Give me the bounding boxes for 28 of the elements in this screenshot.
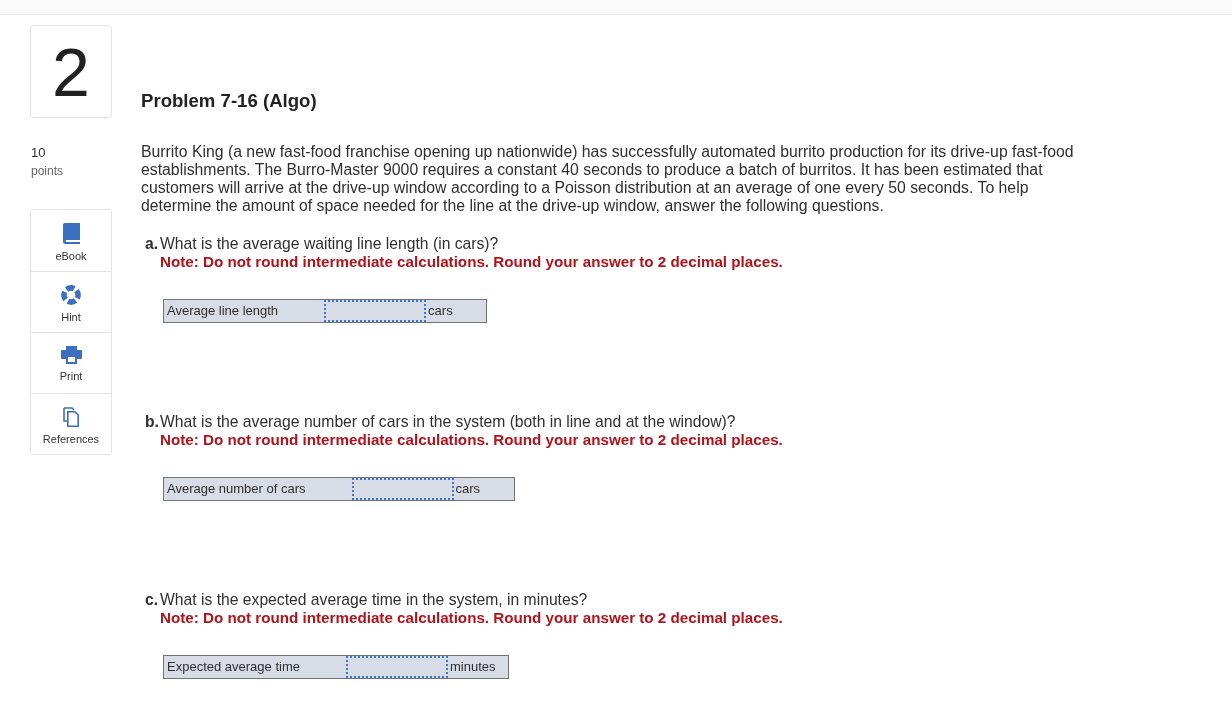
book-icon <box>62 223 80 244</box>
question-letter: b. <box>144 413 160 432</box>
points-value: 10 <box>30 145 47 161</box>
question-text: What is the average waiting line length (in cars)? <box>160 235 500 253</box>
answer-label: Average number of cars <box>166 480 307 498</box>
answer-field[interactable] <box>324 300 427 322</box>
note-text: Note: Do not round intermediate calculations. Round your answer to 2 decimal places. <box>160 609 783 627</box>
answer-label: Expected average time <box>166 658 301 676</box>
unit-label: cars <box>427 302 454 320</box>
printer-icon <box>60 346 82 364</box>
question-letter: a. <box>144 235 160 254</box>
unit-label: minutes <box>448 658 497 676</box>
documents-icon <box>63 407 79 427</box>
lifebuoy-icon <box>61 285 81 305</box>
question-text: What is the expected average time in the system, in minutes? <box>160 591 589 609</box>
answer-label: Average line length <box>166 302 280 320</box>
question-letter: c. <box>144 591 160 610</box>
question-number: 2 <box>30 25 112 118</box>
question-text: What is the average number of cars in the system (both in line and at the window)? <box>160 413 737 431</box>
unit-label: cars <box>454 480 482 498</box>
note-text: Note: Do not round intermediate calculations. Round your answer to 2 decimal places. <box>160 253 783 271</box>
answer-field[interactable] <box>345 656 448 678</box>
problem-title: Problem 7-16 (Algo) <box>141 90 317 112</box>
points-label: points <box>30 163 65 179</box>
answer-field[interactable] <box>351 478 454 500</box>
note-text: Note: Do not round intermediate calculations. Round your answer to 2 decimal places. <box>160 431 783 449</box>
problem-statement: Burrito King (a new fast-food franchise opening up nationwide) has successfully automated burrito production for its drive-up fast-food establishments. The Burro-Master 9000 requires a constant 40 seconds to produce a batch of burritos. It has been estimated that customers will arrive at the drive-up window according to a Poisson distribution at an average of one every 50 seconds. To help determine the amount of space needed for the line at the drive-up window, answer the following questions. <box>141 143 1075 215</box>
tool-button[interactable]: References <box>31 393 111 454</box>
